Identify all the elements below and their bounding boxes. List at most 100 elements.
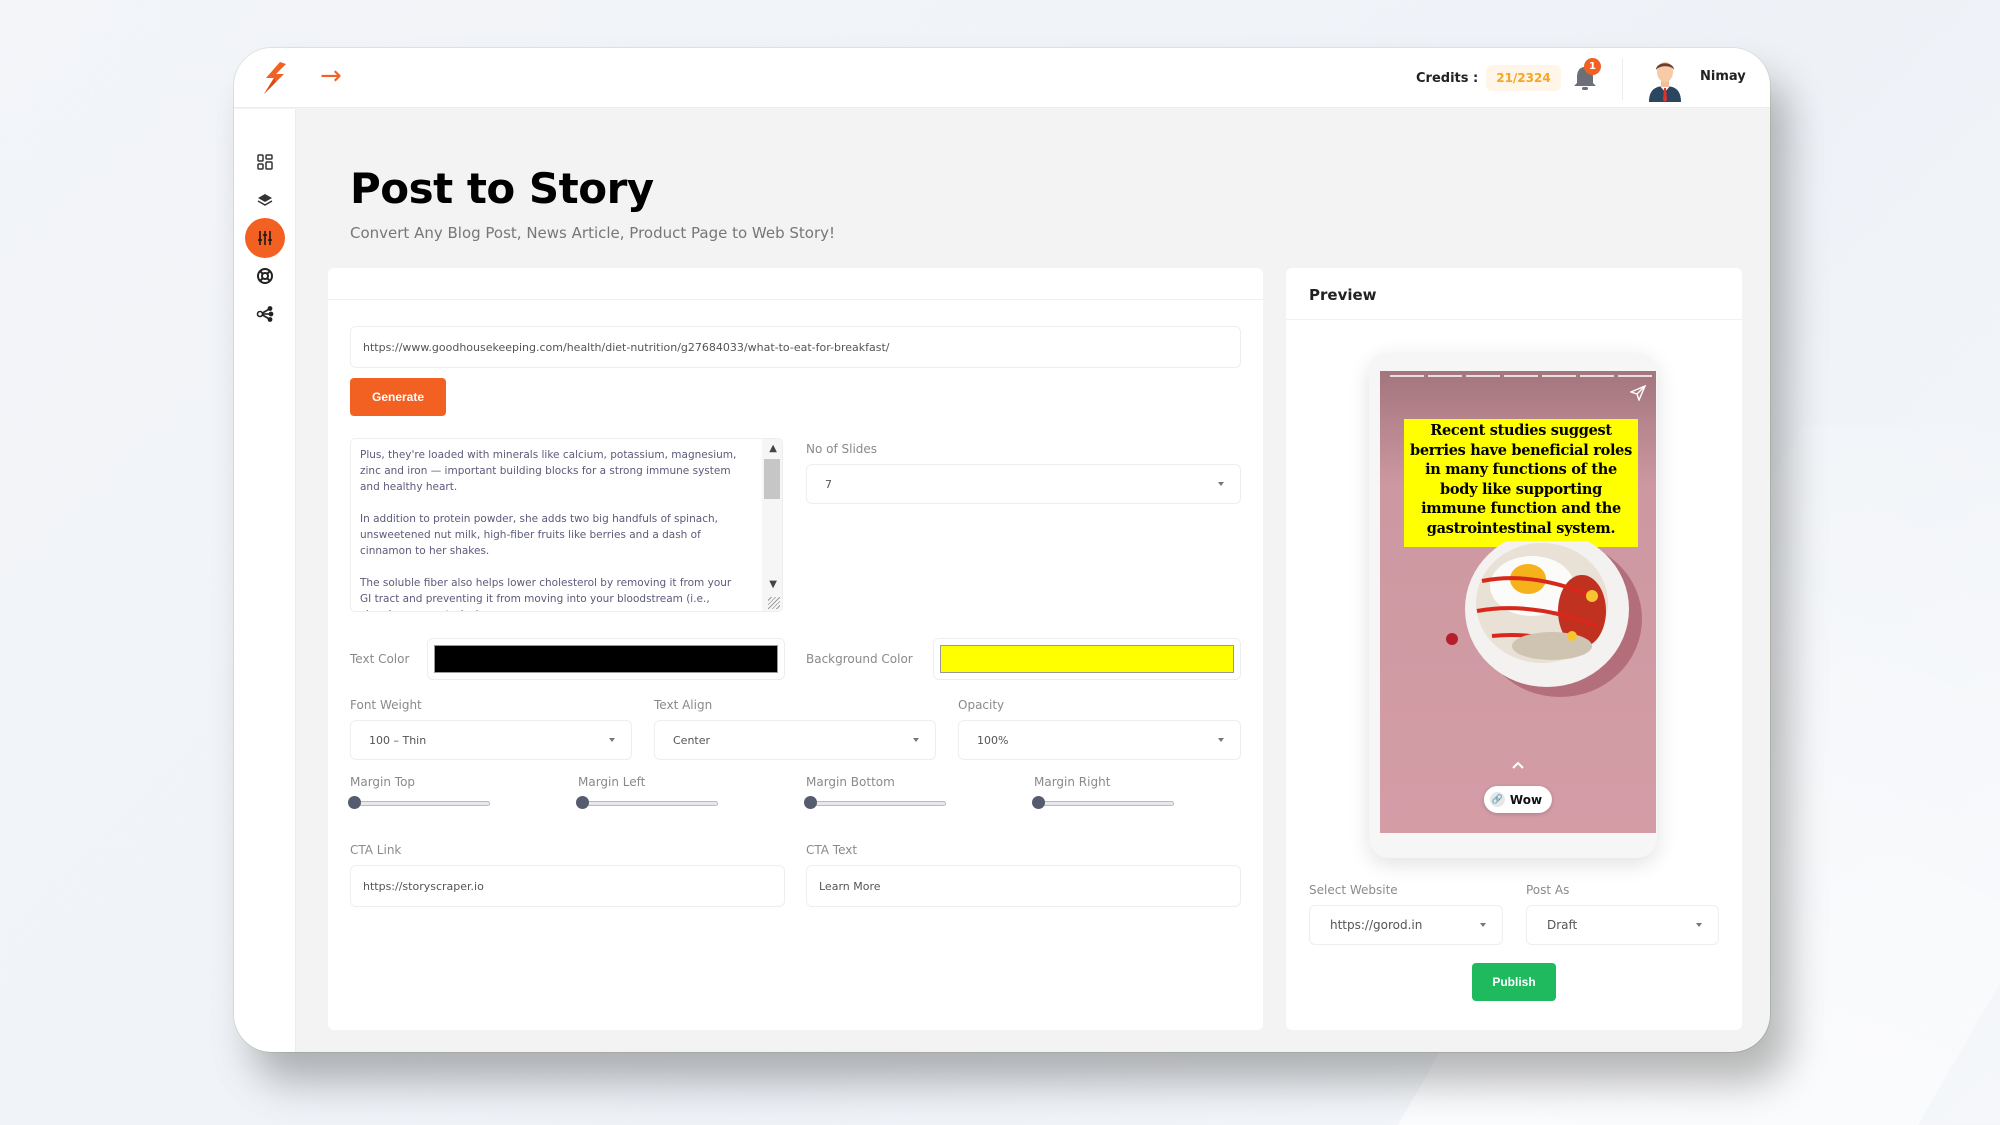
cta-text-input[interactable]: Learn More <box>806 865 1241 907</box>
slide-progress-segment <box>1618 375 1652 377</box>
margin-right-slider[interactable] <box>1032 796 1174 810</box>
margin-bottom-slider[interactable] <box>804 796 946 810</box>
bg-color-picker[interactable] <box>933 638 1241 680</box>
user-avatar[interactable] <box>1647 56 1683 102</box>
phone-preview-frame: Recent studies suggest berries have bene… <box>1369 353 1657 858</box>
text-color-picker[interactable] <box>427 638 785 680</box>
text-align-value: Center <box>673 733 711 747</box>
dashboard-icon <box>257 154 273 170</box>
bg-color-swatch[interactable] <box>940 645 1234 673</box>
chevron-down-icon <box>913 738 919 742</box>
chevron-down-icon <box>1218 482 1224 486</box>
story-form-card: https://www.goodhousekeeping.com/health/… <box>328 268 1263 1030</box>
expand-sidebar-arrow-icon[interactable]: → <box>320 63 342 89</box>
cta-text-value: Learn More <box>819 879 881 893</box>
font-weight-label: Font Weight <box>350 698 422 712</box>
bg-color-label: Background Color <box>806 652 913 666</box>
page-title: Post to Story <box>350 164 654 213</box>
url-input[interactable]: https://www.goodhousekeeping.com/health/… <box>350 326 1241 368</box>
publish-button[interactable]: Publish <box>1472 963 1556 1001</box>
opacity-label: Opacity <box>958 698 1005 712</box>
margin-left-label: Margin Left <box>578 775 646 789</box>
logo-icon[interactable] <box>258 60 290 96</box>
cta-link-label: CTA Link <box>350 843 402 857</box>
select-website-dropdown[interactable]: https://gorod.in <box>1309 905 1503 945</box>
opacity-select[interactable]: 100% <box>958 720 1241 760</box>
share-icon <box>256 306 274 322</box>
scroll-up-icon[interactable]: ▲ <box>769 441 777 457</box>
slides-select[interactable]: 7 <box>806 464 1241 504</box>
sidebar-item-layers[interactable] <box>245 180 285 220</box>
swipe-up-chevron-icon <box>1512 761 1524 769</box>
margin-right-label: Margin Right <box>1034 775 1111 789</box>
slider-thumb[interactable] <box>348 796 361 809</box>
send-icon[interactable] <box>1630 385 1646 401</box>
link-icon: 🔗 <box>1489 792 1505 807</box>
slide-progress-bars <box>1390 375 1652 377</box>
cta-text-label: CTA Text <box>806 843 858 857</box>
sliders-icon <box>258 231 272 245</box>
slider-track[interactable] <box>1038 801 1174 806</box>
top-bar: → Credits : 21/2324 1 Nimay <box>234 48 1770 108</box>
chevron-down-icon <box>1218 738 1224 742</box>
slider-thumb[interactable] <box>804 796 817 809</box>
font-weight-select[interactable]: 100 – Thin <box>350 720 632 760</box>
slider-track[interactable] <box>582 801 718 806</box>
story-text-overlay: Recent studies suggest berries have bene… <box>1404 419 1638 547</box>
credits-display: Credits : 21/2324 <box>1416 65 1561 91</box>
notification-badge: 1 <box>1584 58 1601 75</box>
margin-left-slider[interactable] <box>576 796 718 810</box>
select-website-label: Select Website <box>1309 883 1398 897</box>
chevron-down-icon <box>1480 923 1486 927</box>
post-as-value: Draft <box>1547 918 1578 932</box>
username[interactable]: Nimay <box>1700 69 1746 84</box>
text-align-select[interactable]: Center <box>654 720 936 760</box>
content-paragraph: In addition to protein powder, she adds … <box>360 513 718 557</box>
slider-track[interactable] <box>354 801 490 806</box>
content-textarea[interactable]: Plus, they're loaded with minerals like … <box>350 438 783 612</box>
sidebar-item-support[interactable] <box>245 256 285 296</box>
content-paragraph: The soluble fiber also helps lower chole… <box>360 577 732 611</box>
post-as-dropdown[interactable]: Draft <box>1526 905 1719 945</box>
credits-label: Credits : <box>1416 70 1479 86</box>
slide-progress-segment <box>1580 375 1614 377</box>
cta-link-input[interactable]: https://storyscraper.io <box>350 865 785 907</box>
preview-title: Preview <box>1286 268 1742 320</box>
text-align-label: Text Align <box>654 698 713 712</box>
font-weight-value: 100 – Thin <box>369 733 427 747</box>
textarea-scrollbar[interactable]: ▲ ▼ <box>762 439 782 611</box>
chevron-down-icon <box>609 738 615 742</box>
page-subtitle: Convert Any Blog Post, News Article, Pro… <box>350 224 836 242</box>
slider-track[interactable] <box>810 801 946 806</box>
sidebar-item-dashboard[interactable] <box>245 142 285 182</box>
slide-progress-segment <box>1504 375 1538 377</box>
sidebar-item-story-settings[interactable] <box>245 218 285 258</box>
story-slide-preview[interactable]: Recent studies suggest berries have bene… <box>1380 371 1656 833</box>
post-as-label: Post As <box>1526 883 1570 897</box>
text-color-label: Text Color <box>350 652 410 666</box>
chevron-down-icon <box>1696 923 1702 927</box>
layers-icon <box>257 194 273 206</box>
margin-top-slider[interactable] <box>348 796 490 810</box>
content-paragraph: Plus, they're loaded with minerals like … <box>360 449 737 493</box>
card-header <box>328 268 1263 300</box>
resize-handle-icon[interactable] <box>768 597 780 609</box>
generate-button[interactable]: Generate <box>350 378 446 416</box>
header-divider <box>1622 58 1623 100</box>
sidebar <box>234 109 296 1052</box>
text-color-swatch[interactable] <box>434 645 778 673</box>
margin-bottom-label: Margin Bottom <box>806 775 895 789</box>
slider-thumb[interactable] <box>1032 796 1045 809</box>
slide-progress-segment <box>1466 375 1500 377</box>
cta-link-value: https://storyscraper.io <box>363 879 484 893</box>
slide-progress-segment <box>1428 375 1462 377</box>
story-cta-label: Wow <box>1509 792 1543 807</box>
story-cta-button[interactable]: 🔗 Wow <box>1483 786 1553 813</box>
scrollbar-thumb[interactable] <box>764 459 780 499</box>
slide-progress-segment <box>1542 375 1576 377</box>
slides-select-value: 7 <box>825 477 832 491</box>
credits-badge: 21/2324 <box>1486 65 1561 91</box>
sidebar-item-integrations[interactable] <box>245 294 285 334</box>
scroll-down-icon[interactable]: ▼ <box>769 577 777 593</box>
slider-thumb[interactable] <box>576 796 589 809</box>
